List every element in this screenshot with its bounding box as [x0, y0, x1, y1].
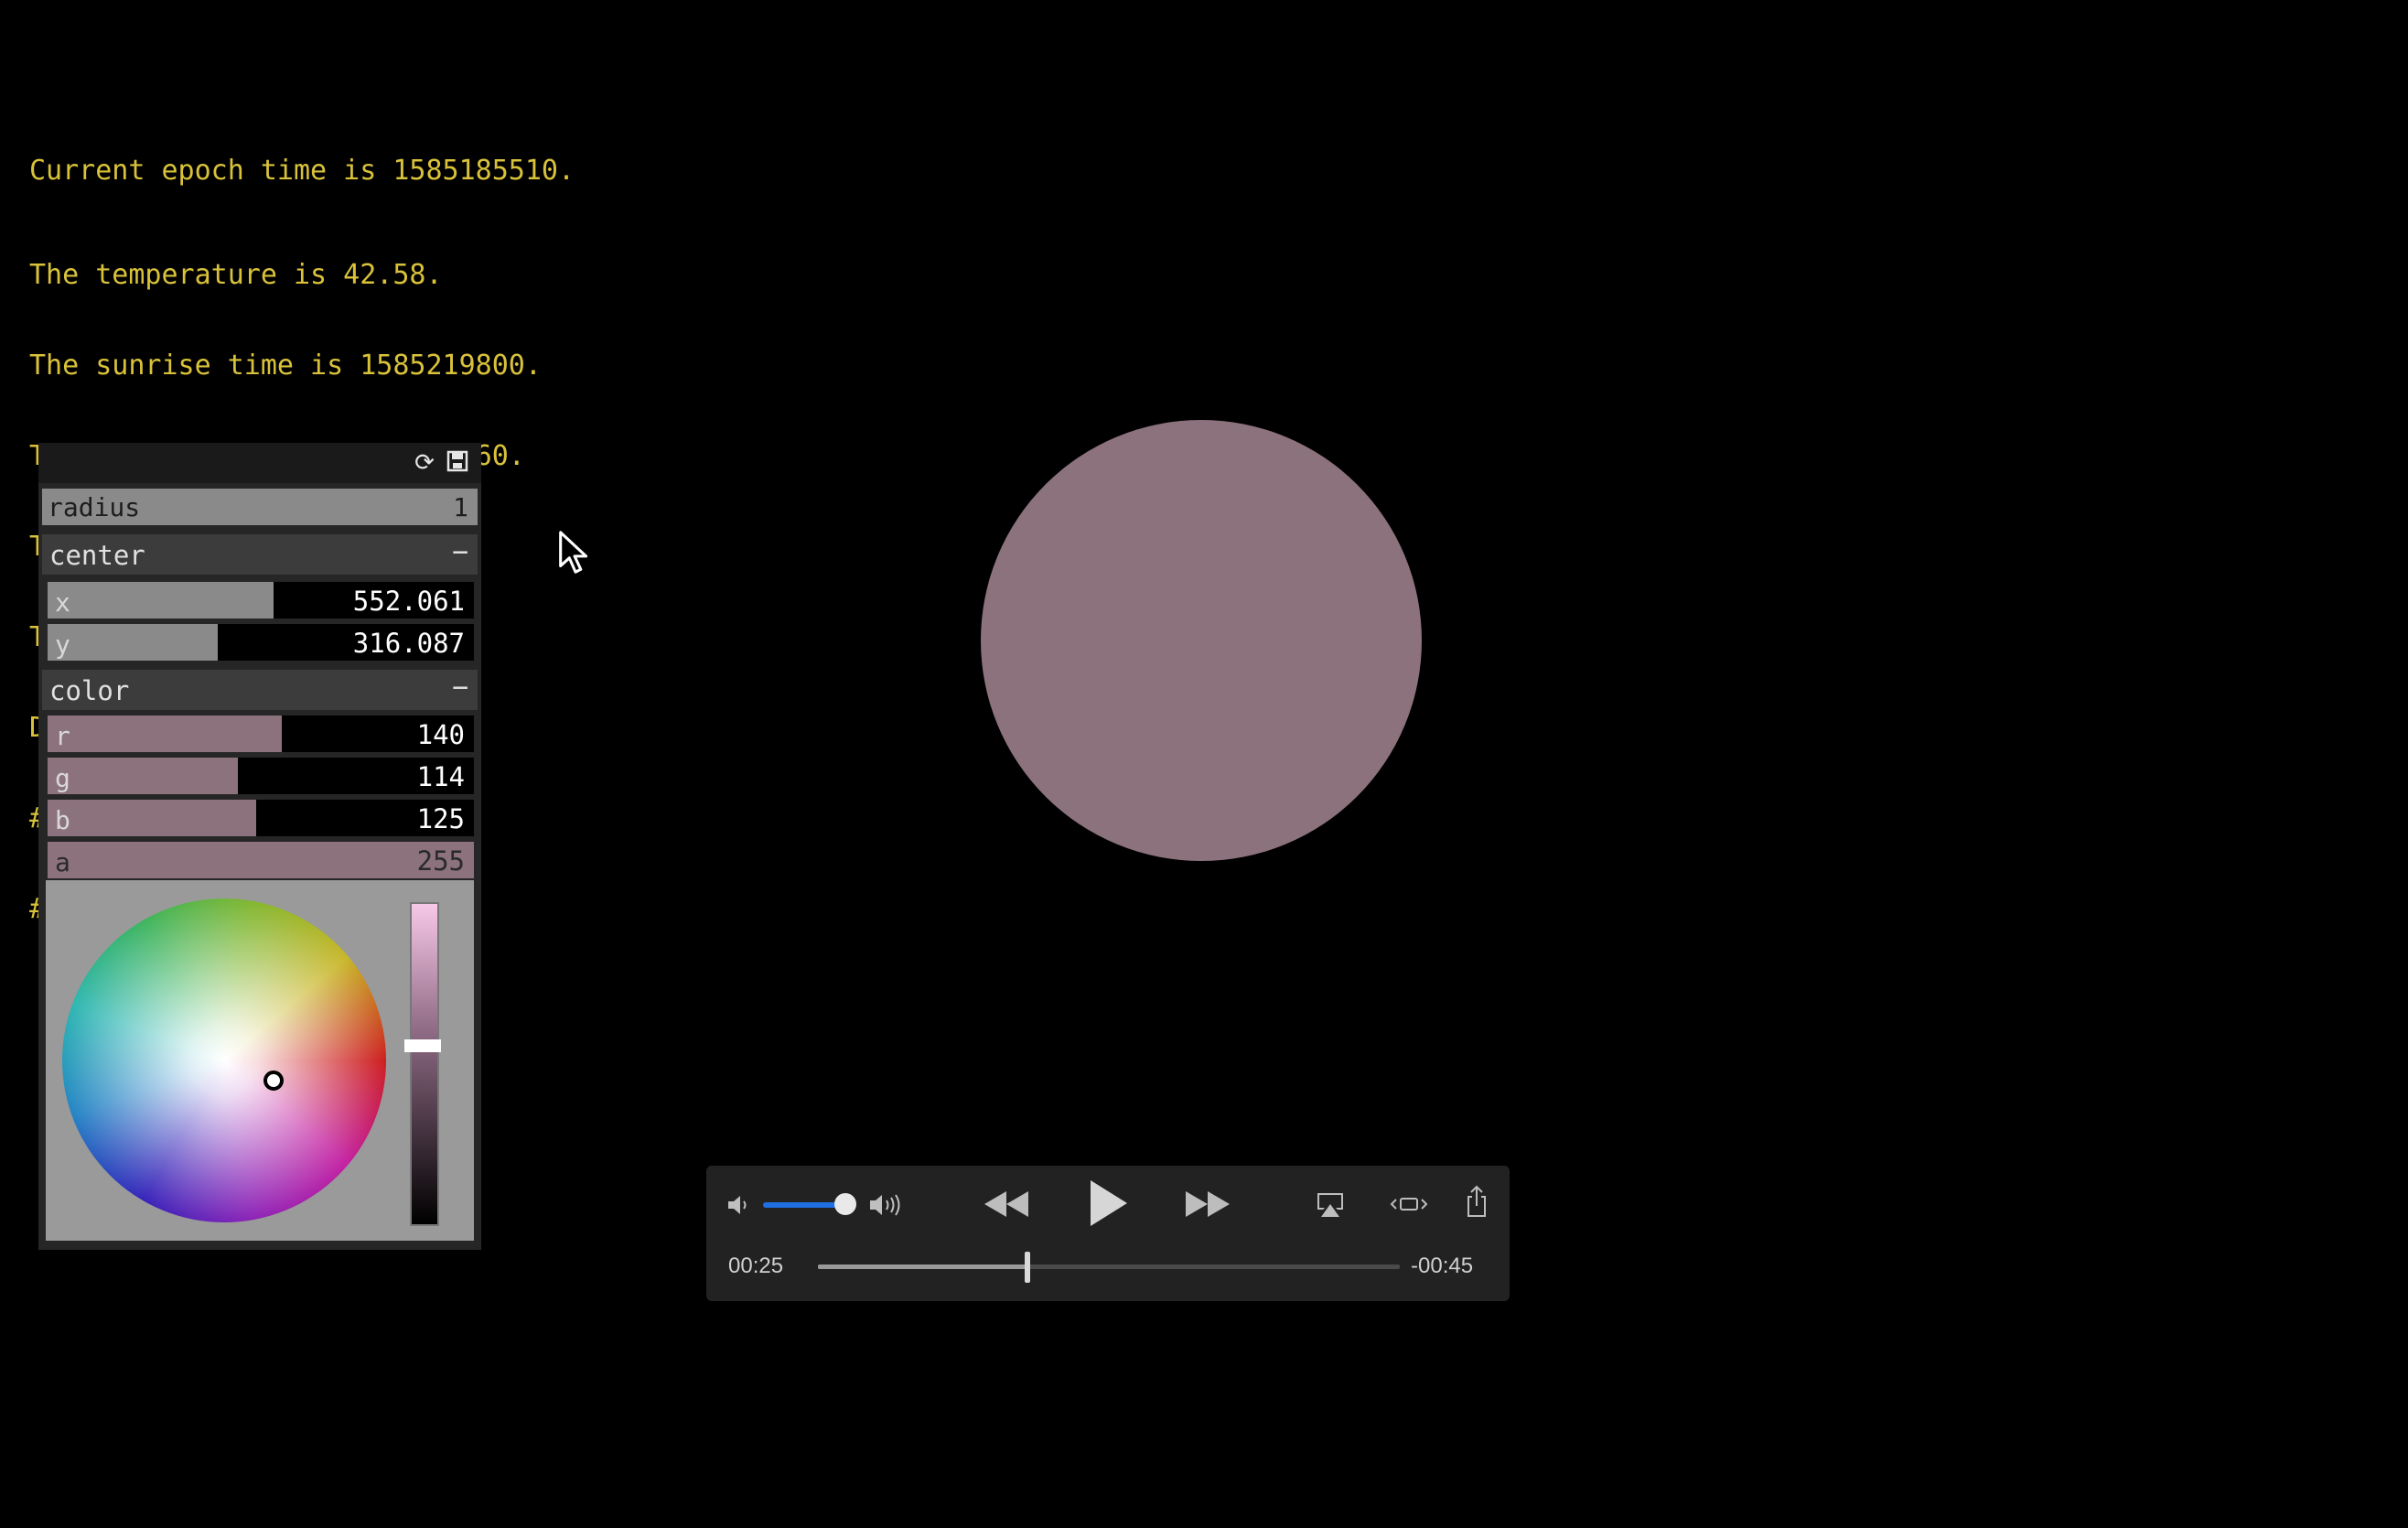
volume-high-icon[interactable]: [867, 1189, 909, 1221]
panel-header[interactable]: ⟳: [38, 443, 481, 483]
fullscreen-icon[interactable]: [1389, 1193, 1429, 1215]
center-collapse-button[interactable]: −: [452, 536, 468, 568]
save-icon[interactable]: [445, 450, 470, 476]
rendered-circle: [981, 420, 1422, 861]
brightness-slider[interactable]: [410, 902, 439, 1226]
scrub-handle[interactable]: [1024, 1252, 1030, 1283]
color-r-slider[interactable]: r 140: [48, 716, 474, 752]
play-icon[interactable]: [1087, 1178, 1129, 1228]
radius-label: radius: [48, 492, 141, 522]
center-y-value: 316.087: [352, 628, 465, 659]
color-g-fill: [48, 758, 239, 794]
color-wheel-cursor[interactable]: [263, 1071, 284, 1091]
scrub-bar[interactable]: [818, 1252, 1400, 1283]
color-r-value: 140: [416, 719, 465, 750]
color-g-slider[interactable]: g 114: [48, 758, 474, 794]
color-a-label: a: [55, 847, 70, 877]
remaining-time: -00:45: [1411, 1254, 1474, 1278]
color-group-header[interactable]: color −: [42, 670, 478, 710]
color-b-label: b: [55, 805, 70, 835]
fast-forward-icon[interactable]: [1184, 1186, 1231, 1222]
log-line-sunrise: The sunrise time is 1585219800.: [29, 350, 542, 382]
volume-low-icon[interactable]: [725, 1191, 752, 1219]
color-group-title: color: [49, 675, 130, 706]
volume-slider[interactable]: [763, 1202, 844, 1208]
center-y-slider[interactable]: y 316.087: [48, 624, 474, 661]
radius-value: 1: [453, 492, 468, 522]
share-icon[interactable]: [1464, 1184, 1489, 1219]
elapsed-time: 00:25: [728, 1254, 784, 1278]
color-a-fill: [48, 842, 474, 878]
color-b-slider[interactable]: b 125: [48, 800, 474, 836]
color-r-fill: [48, 716, 282, 752]
color-r-label: r: [55, 721, 70, 751]
color-b-fill: [48, 800, 257, 836]
center-group-header[interactable]: center −: [42, 534, 478, 575]
rewind-icon[interactable]: [983, 1186, 1030, 1222]
mouse-pointer-icon: [559, 531, 588, 574]
refresh-icon[interactable]: ⟳: [412, 450, 437, 476]
media-controls: 00:25 -00:45: [706, 1166, 1510, 1301]
center-x-fill: [48, 582, 274, 619]
color-g-label: g: [55, 763, 70, 793]
color-wheel[interactable]: [62, 899, 386, 1222]
color-a-slider[interactable]: a 255: [48, 842, 474, 878]
color-a-value: 255: [416, 845, 465, 877]
volume-knob[interactable]: [834, 1193, 856, 1215]
center-y-fill: [48, 624, 219, 661]
epoch-line: Current epoch time is 1585185510.: [29, 155, 575, 187]
color-collapse-button[interactable]: −: [452, 672, 468, 704]
log-line-temperature: The temperature is 42.58.: [29, 259, 443, 291]
color-b-value: 125: [416, 803, 465, 834]
color-g-value: 114: [416, 761, 465, 792]
scrub-progress: [818, 1264, 1027, 1269]
airplay-icon[interactable]: [1314, 1189, 1347, 1221]
center-x-slider[interactable]: x 552.061: [48, 582, 474, 619]
center-x-label: x: [55, 587, 70, 618]
gui-panel: ⟳ radius 1 center − x 552.061 y 316.087 …: [38, 443, 481, 1250]
center-x-value: 552.061: [352, 586, 465, 617]
color-picker: [46, 880, 474, 1241]
center-y-label: y: [55, 629, 70, 660]
radius-slider[interactable]: radius 1: [42, 489, 478, 525]
brightness-slider-handle[interactable]: [404, 1039, 441, 1052]
center-group-title: center: [49, 540, 145, 571]
